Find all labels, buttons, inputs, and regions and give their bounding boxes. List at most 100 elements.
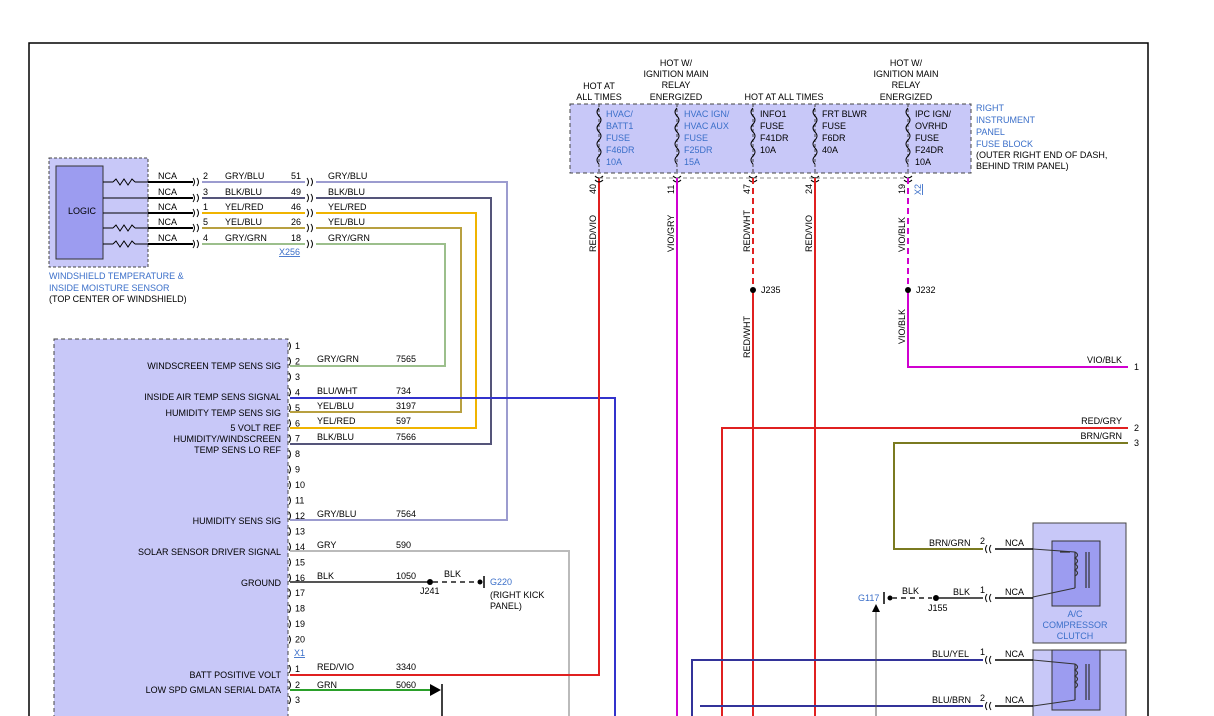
clutch-nca-label: NCA xyxy=(1005,587,1024,597)
right-wire-num-2: 2 xyxy=(1134,423,1139,433)
sensor-cavity: 18 xyxy=(291,233,301,243)
splice-j241-label: J241 xyxy=(420,586,440,596)
fuse-wire-color-code: RED/VIO xyxy=(588,215,598,252)
module-label-windscreen: WINDSCREEN TEMP SENS SIG xyxy=(147,361,281,371)
header-hot-at-all-times-b: HOT AT ALL TIMES xyxy=(744,92,823,102)
fuse-label: F46DR xyxy=(606,145,635,155)
clutch-pin-number: 1 xyxy=(980,585,985,595)
module-label-humidity-windscreen: HUMIDITY/WINDSCREEN xyxy=(174,434,282,444)
module-pin-number: 20 xyxy=(295,635,305,645)
module-label-humidity-temp: HUMIDITY TEMP SENS SIG xyxy=(165,408,281,418)
module-wire-color-code: GRY/BLU xyxy=(317,509,356,519)
clutch-wire-color-code: BRN/GRN xyxy=(929,538,971,548)
ground-g220-note2: PANEL) xyxy=(490,601,522,611)
fuse-label: FUSE xyxy=(606,133,630,143)
compressor-caption-3: CLUTCH xyxy=(1057,631,1094,641)
sensor-color-code-2: GRY/BLU xyxy=(328,171,367,181)
lower-nca-label: NCA xyxy=(1005,649,1024,659)
sensor-cavity: 26 xyxy=(291,217,301,227)
lower-wire-color-code: BLU/YEL xyxy=(932,649,969,659)
clutch-wire-color-code: BLK xyxy=(953,587,970,597)
sensor-color-code: BLK/BLU xyxy=(225,187,262,197)
module-wire-circuit: 5060 xyxy=(396,680,416,690)
connector-x2[interactable]: X2 xyxy=(913,184,923,195)
module-wire-circuit: 3197 xyxy=(396,401,416,411)
module-pin-number: 2 xyxy=(295,356,300,366)
fuse-label: 10A xyxy=(760,145,776,155)
module-wire-color-code: GRN xyxy=(317,680,337,690)
module-pin-number: 17 xyxy=(295,588,305,598)
fuse-block-location-1: (OUTER RIGHT END OF DASH, xyxy=(976,150,1107,160)
sensor-cavity: 46 xyxy=(291,202,301,212)
sensor-color-code: YEL/RED xyxy=(225,202,264,212)
module-wire-color-code: YEL/RED xyxy=(317,416,356,426)
ground-g220-note1: (RIGHT KICK xyxy=(490,590,544,600)
fuse-block-title-2: INSTRUMENT xyxy=(976,115,1035,125)
module-wire-circuit: 3340 xyxy=(396,662,416,672)
ground-g117-name[interactable]: G117 xyxy=(858,593,879,603)
fuse-label: HVAC/ xyxy=(606,109,633,119)
header-hot-ign-a-4: ENERGIZED xyxy=(650,92,703,102)
connector-x256[interactable]: X256 xyxy=(279,247,300,257)
sensor-cavity: 51 xyxy=(291,171,301,181)
splice-j232-label: J232 xyxy=(916,285,936,295)
module-pin-number: 2 xyxy=(295,680,300,690)
fuse-cavity-number: 19 xyxy=(897,184,907,194)
fuse-label: 40A xyxy=(822,145,838,155)
splice-j235-dot xyxy=(750,287,756,293)
module-wire-color-code: BLK xyxy=(317,571,334,581)
right-wire-num-1: 1 xyxy=(1134,362,1139,372)
module-label-ground: GROUND xyxy=(241,578,281,588)
module-pin-number: 18 xyxy=(295,604,305,614)
sensor-pin: 5 xyxy=(203,217,208,227)
sensor-color-code: GRY/BLU xyxy=(225,171,264,181)
lower-device xyxy=(1032,649,1127,716)
sensor-nca-label: NCA xyxy=(158,187,177,197)
module-pin-number: 9 xyxy=(295,465,300,475)
header-hot-ign-a-2: IGNITION MAIN xyxy=(644,69,709,79)
sensor-pin: 3 xyxy=(203,187,208,197)
sensor-caption-line1: WINDSHIELD TEMPERATURE & xyxy=(49,271,184,281)
header-hot-ign-a-3: RELAY xyxy=(662,80,691,90)
fuse-label: FUSE xyxy=(822,121,846,131)
sensor-pin: 1 xyxy=(203,202,208,212)
ground-g220-name[interactable]: G220 xyxy=(490,577,512,587)
module-wire-color-code: BLK/BLU xyxy=(317,432,354,442)
sensor-color-code-2: YEL/BLU xyxy=(328,217,365,227)
fuse-wire-color-code: VIO/BLK xyxy=(897,217,907,252)
sensor-color-code: GRY/GRN xyxy=(225,233,267,243)
lower-pin-number: 1 xyxy=(980,647,985,657)
fuse-label: 10A xyxy=(606,157,622,167)
module-wire-color-code: GRY xyxy=(317,540,336,550)
fuse-label: F6DR xyxy=(822,133,846,143)
module-pin-number: 10 xyxy=(295,480,305,490)
sensor-color-code-2: YEL/RED xyxy=(328,202,367,212)
sensor-caption-line2: INSIDE MOISTURE SENSOR xyxy=(49,283,170,293)
ground-g220-dot xyxy=(477,579,483,585)
compressor-caption-2: COMPRESSOR xyxy=(1042,620,1108,630)
sensor-color-code-2: GRY/GRN xyxy=(328,233,370,243)
splice-j235-label: J235 xyxy=(761,285,781,295)
module-pin-number: 7 xyxy=(295,434,300,444)
clutch-pin-number: 2 xyxy=(980,536,985,546)
module-label-solar: SOLAR SENSOR DRIVER SIGNAL xyxy=(138,547,281,557)
fuse-label: INFO1 xyxy=(760,109,787,119)
module-pin-number: 3 xyxy=(295,372,300,382)
fuse-cavity-number: 40 xyxy=(588,184,598,194)
fuse-label: FRT BLWR xyxy=(822,109,868,119)
header-hot-ign-a-1: HOT W/ xyxy=(660,58,693,68)
header-hot-ign-b-2: IGNITION MAIN xyxy=(874,69,939,79)
fuse-label: BATT1 xyxy=(606,121,633,131)
wire-label-vio-blk-lower: VIO/BLK xyxy=(897,309,907,344)
module-pin-number: 6 xyxy=(295,418,300,428)
lower-pin-number: 2 xyxy=(980,693,985,703)
fuse-cavity-number: 11 xyxy=(666,185,676,194)
fuse-label: HVAC AUX xyxy=(684,121,729,131)
wire-label-red-wht-lower: RED/WHT xyxy=(742,316,752,358)
fuse-cavity-number: 24 xyxy=(804,184,814,194)
ac-compressor-clutch: A/C COMPRESSOR CLUTCH xyxy=(1032,522,1127,644)
fuse-label: 10A xyxy=(915,157,931,167)
connector-x1[interactable]: X1 xyxy=(294,648,305,658)
fuse-label: 15A xyxy=(684,157,700,167)
lower-wire-color-code: BLU/BRN xyxy=(932,695,971,705)
